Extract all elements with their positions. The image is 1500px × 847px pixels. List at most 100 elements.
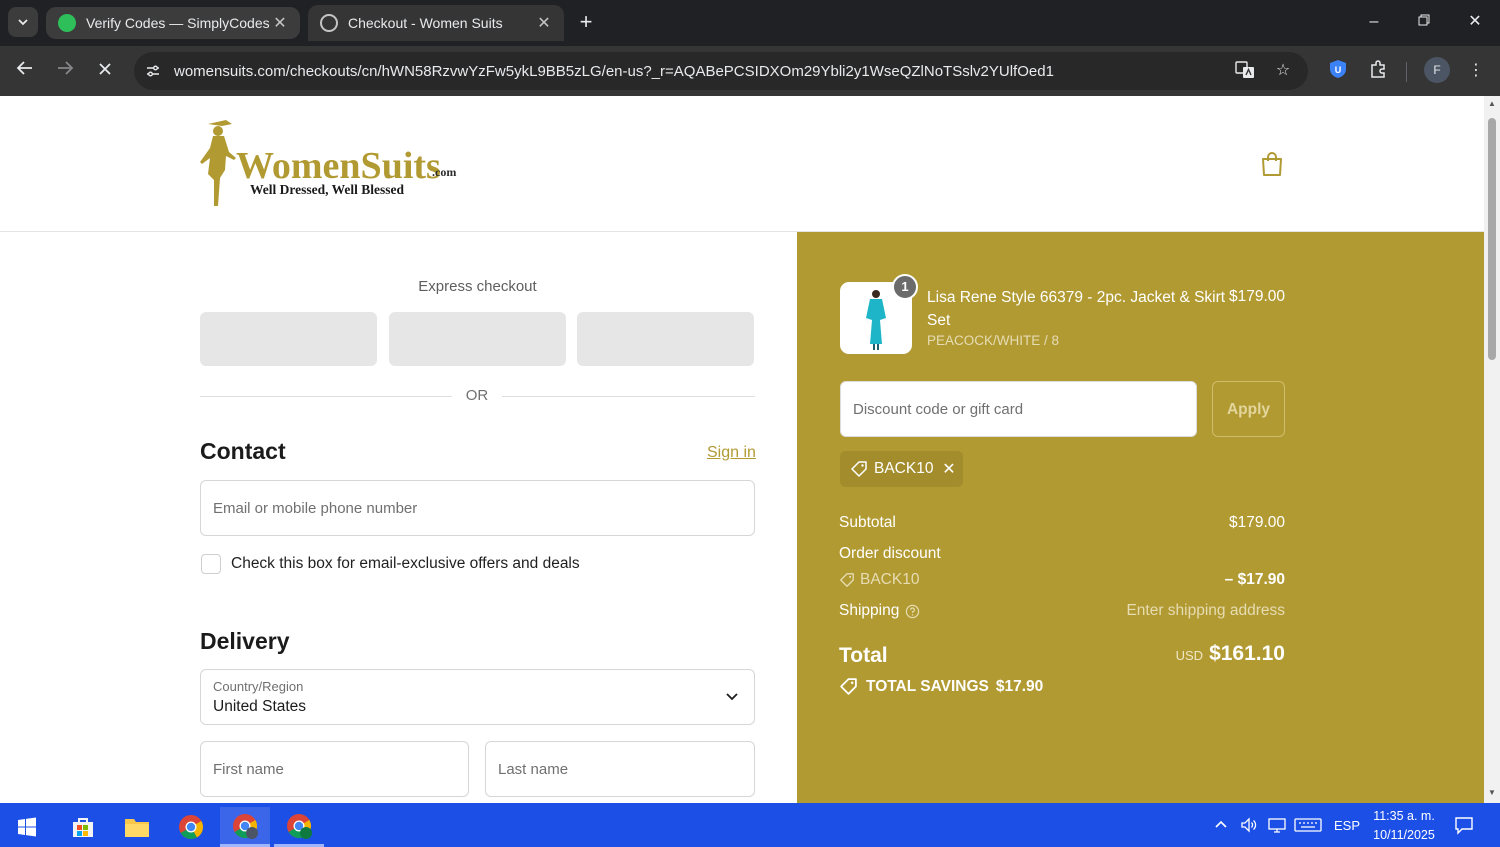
close-tab-icon[interactable]: ✕ [536,13,552,33]
lady-silhouette-icon [200,120,236,206]
forward-arrow-icon [58,61,74,75]
chrome-icon [287,813,312,839]
loading-globe-icon [320,14,338,32]
total-label: Total [839,644,888,667]
restore-button[interactable] [1412,10,1436,34]
folder-icon [125,819,149,837]
translate-icon[interactable] [1234,60,1256,82]
new-tab-button[interactable]: + [574,10,598,34]
tab-title: Verify Codes — SimplyCodes [86,15,270,31]
shipping-label: Shipping [839,602,900,619]
page-scrollbar[interactable]: ▲ ▼ [1484,96,1500,803]
stop-loading-button[interactable] [92,58,118,84]
contact-heading: Contact [200,438,286,464]
order-discount-label: Order discount [839,545,941,562]
site-info-icon[interactable] [140,58,166,84]
savings-value: $17.90 [995,677,1044,695]
express-pay-button-2[interactable] [389,312,566,366]
tab-checkout[interactable]: Checkout - Women Suits ✕ [308,5,564,41]
total-currency: USD [1175,648,1204,663]
first-name-placeholder: First name [213,761,284,778]
tab-title: Checkout - Women Suits [348,15,503,31]
restore-icon [1418,14,1430,26]
country-value: United States [213,698,307,715]
address-bar[interactable]: womensuits.com/checkouts/cn/hWN58RzvwYzF… [134,52,1308,90]
discount-code-row: BACK10 [839,571,919,589]
minimize-button[interactable]: – [1362,10,1386,34]
clock-date: 10/11/2025 [1373,828,1435,842]
chrome-icon [233,813,258,839]
womensuits-logo[interactable]: WomenSuits .com Well Dressed, Well Bless… [196,118,466,210]
shopping-bag-icon[interactable] [1258,150,1286,178]
system-clock[interactable]: 11:35 a. m. 10/11/2025 [1368,807,1440,845]
express-pay-button-1[interactable] [200,312,377,366]
tag-icon [840,573,854,587]
chevron-down-icon [18,19,28,26]
scroll-down-icon[interactable]: ▼ [1487,788,1497,798]
input-language[interactable]: ESP [1334,803,1360,847]
simplycodes-icon [58,14,76,32]
apply-discount-button[interactable]: Apply [1212,381,1285,437]
email-field[interactable]: Email or mobile phone number [200,480,755,536]
express-checkout-label: Express checkout [418,278,537,295]
store-icon [73,818,93,837]
url-text: womensuits.com/checkouts/cn/hWN58RzvwYzF… [174,62,1054,80]
show-hidden-icons-button[interactable] [1214,803,1228,847]
country-label: Country/Region [213,679,304,694]
extension-shield-icon[interactable]: U [1326,59,1350,83]
logo-suffix: .com [432,165,456,179]
notifications-button[interactable] [1454,803,1474,847]
shipping-value: Enter shipping address [1126,602,1285,619]
store-header: WomenSuits .com Well Dressed, Well Bless… [0,96,1484,232]
browser-tab-bar: Verify Codes — SimplyCodes ✕ Checkout - … [0,0,1500,46]
country-select[interactable]: Country/Region United States [200,669,755,725]
offers-checkbox[interactable] [201,554,221,574]
tag-icon [851,461,867,477]
first-name-field[interactable]: First name [200,741,469,797]
last-name-placeholder: Last name [498,761,569,778]
close-window-button[interactable]: ✕ [1463,10,1487,34]
help-circle-icon[interactable] [905,604,920,619]
start-button[interactable] [2,807,52,847]
offers-checkbox-label[interactable]: Check this box for email-exclusive offer… [231,555,580,573]
network-icon[interactable] [1267,803,1287,847]
notification-icon [1455,817,1473,835]
discount-code-input[interactable]: Discount code or gift card [840,381,1197,437]
sign-in-link[interactable]: Sign in [707,444,756,462]
scrollbar-thumb[interactable] [1488,118,1496,360]
bookmark-star-icon[interactable]: ☆ [1272,60,1294,82]
volume-icon[interactable] [1240,803,1258,847]
windows-taskbar: ESP 11:35 a. m. 10/11/2025 [0,803,1500,847]
close-tab-icon[interactable]: ✕ [272,13,288,33]
scroll-up-icon[interactable]: ▲ [1487,99,1497,109]
applied-code: BACK10 [874,460,934,477]
tab-search-button[interactable] [8,7,38,37]
microsoft-store-button[interactable] [58,807,108,847]
total-savings: TOTAL SAVINGS $17.90 [839,677,1043,696]
last-name-field[interactable]: Last name [485,741,755,797]
savings-label: TOTAL SAVINGS [866,677,989,695]
chrome-profile-r-button[interactable] [274,807,324,847]
logo-wordmark: WomenSuits [236,145,441,187]
email-placeholder: Email or mobile phone number [213,500,418,517]
back-button[interactable] [12,58,38,84]
chrome-profile-f-button[interactable] [220,807,270,847]
back-arrow-icon [16,61,32,75]
extensions-puzzle-icon[interactable] [1366,59,1390,83]
file-explorer-button[interactable] [112,807,162,847]
forward-button[interactable] [52,58,78,84]
quantity-badge: 1 [892,274,918,300]
logo-tagline: Well Dressed, Well Blessed [250,182,404,197]
remove-discount-icon[interactable]: ✕ [935,459,963,479]
profile-avatar[interactable]: F [1424,57,1450,83]
express-pay-button-3[interactable] [577,312,754,366]
delivery-heading: Delivery [200,628,290,654]
checkout-form: Express checkout OR Contact Sign in Emai… [0,232,797,803]
applied-discount-chip: BACK10 ✕ [840,451,963,487]
tab-simplycodes[interactable]: Verify Codes — SimplyCodes ✕ [46,7,300,39]
order-summary: 1 Lisa Rene Style 66379 - 2pc. Jacket & … [797,232,1484,803]
keyboard-icon[interactable] [1294,803,1322,847]
more-menu-icon[interactable]: ⋮ [1464,59,1488,83]
chrome-button[interactable] [166,807,216,847]
stop-icon [99,63,111,75]
